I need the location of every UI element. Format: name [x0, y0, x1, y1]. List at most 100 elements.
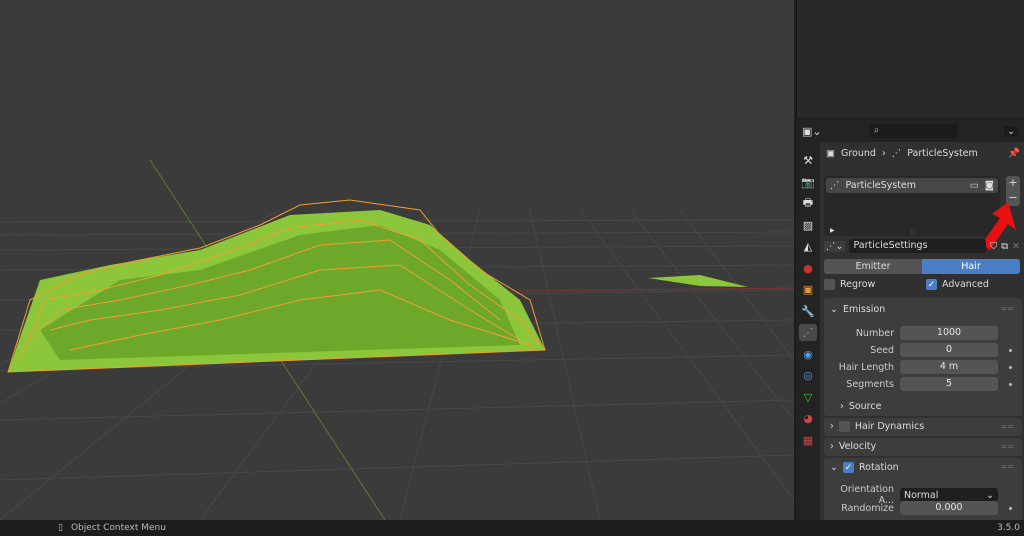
breadcrumb-object: Ground — [840, 148, 876, 159]
emission-header[interactable]: ⌄ Emission — [830, 304, 885, 315]
pin-icon[interactable]: 📌 — [1008, 148, 1020, 159]
physics-tab-icon[interactable]: ◉ — [799, 346, 817, 363]
data-tab-icon[interactable]: ▽ — [799, 389, 817, 406]
seed-row: Seed 0 — [824, 343, 998, 357]
status-bar: ▯ Object Context Menu 3.5.0 — [0, 520, 1024, 536]
checkbox-checked[interactable]: ✓ — [926, 279, 937, 290]
list-item[interactable]: ⋰ ParticleSystem ▭ ◙ — [826, 178, 998, 193]
search-icon: ⌕ — [873, 125, 880, 136]
keyframe-dot[interactable] — [1009, 383, 1012, 386]
source-subpanel-header[interactable]: › Source — [840, 401, 881, 412]
unlink-icon[interactable]: ✕ — [1012, 241, 1020, 252]
panel-title: Velocity — [838, 441, 877, 452]
camera-icon[interactable]: ◙ — [985, 180, 994, 191]
rotation-header[interactable]: ⌄ ✓ Rotation — [830, 462, 899, 473]
breadcrumb: ▣ Ground › ⋰ ParticleSystem — [826, 148, 978, 159]
randomize-row: Randomize 0.000 — [824, 501, 998, 515]
monitor-icon[interactable]: ▭ — [970, 180, 979, 191]
add-slot-button[interactable]: + — [1006, 176, 1020, 191]
keyframe-dot[interactable] — [1009, 507, 1012, 510]
subpanel-title: Source — [848, 401, 882, 412]
particles-icon: ⋰ — [830, 180, 840, 191]
expand-icon[interactable]: ▶ — [830, 227, 835, 234]
properties-tabs: ⚒ 📷 🖶 ▨ ◭ ● ▣ 🔧 ⋰ ◉ ◎ ▽ ◕ ▦ — [796, 142, 820, 520]
constraints-tab-icon[interactable]: ◎ — [799, 367, 817, 384]
segments-label: Segments — [846, 378, 894, 390]
outliner[interactable] — [796, 0, 1024, 118]
properties-header: ▣⌄ ⌕ ⌄ — [796, 120, 1024, 142]
chevron-down-icon: ⌄ — [830, 304, 838, 315]
particle-settings-icon[interactable]: ⋰⌄ — [824, 240, 846, 252]
resize-grip[interactable]: ::: — [910, 228, 917, 236]
editor-type-icon[interactable]: ▣⌄ — [802, 125, 822, 138]
regrow-label: Regrow — [840, 279, 876, 290]
object-tab-icon[interactable]: ▣ — [799, 281, 817, 298]
texture-tab-icon[interactable]: ▦ — [799, 432, 817, 449]
output-tab-icon[interactable]: 🖶 — [799, 195, 817, 212]
version-label: 3.5.0 — [997, 523, 1020, 533]
mesh-object-icon: ▣ — [826, 148, 835, 159]
advanced-label: Advanced — [942, 279, 989, 290]
tool-tab-icon[interactable]: ⚒ — [799, 152, 817, 169]
segments-field[interactable]: 5 — [900, 377, 998, 391]
properties-editor: ▣⌄ ⌕ ⌄ ⚒ 📷 🖶 ▨ ◭ ● ▣ 🔧 ⋰ ◉ ◎ ▽ ◕ ▦ ▣ Gro… — [796, 120, 1024, 522]
mouse-icon: ▯ — [58, 523, 63, 533]
orientation-value: Normal — [904, 489, 939, 501]
fake-user-icon[interactable]: ⛉ — [990, 241, 997, 252]
advanced-checkbox[interactable]: ✓ Advanced — [926, 279, 989, 290]
segments-row: Segments 5 — [824, 377, 998, 391]
particles-icon: ⋰ — [891, 148, 902, 159]
drag-grip[interactable]: == — [1001, 422, 1014, 431]
render-tab-icon[interactable]: 📷 — [799, 174, 817, 191]
chevron-right-icon: › — [830, 421, 834, 432]
panel-title: Hair Dynamics — [854, 421, 925, 432]
settings-name-field[interactable]: ParticleSettings — [849, 239, 987, 253]
chevron-down-icon: ⌄ — [986, 489, 994, 501]
particle-settings-selector[interactable]: ⋰⌄ ParticleSettings ⛉ ⧉ ✕ — [824, 238, 1020, 254]
drag-grip[interactable]: == — [1001, 462, 1014, 471]
search-input[interactable]: ⌕ — [869, 124, 958, 138]
breadcrumb-item: ParticleSystem — [907, 148, 978, 159]
modifier-tab-icon[interactable]: 🔧 — [799, 303, 817, 320]
duplicate-icon[interactable]: ⧉ — [1001, 241, 1008, 252]
tab-emitter[interactable]: Emitter — [824, 259, 922, 274]
tab-hair[interactable]: Hair — [922, 259, 1020, 274]
orientation-dropdown[interactable]: Normal ⌄ — [900, 488, 998, 502]
drag-grip[interactable]: == — [1001, 304, 1014, 313]
type-tabs: Emitter Hair — [824, 259, 1020, 274]
number-field[interactable]: 1000 — [900, 326, 998, 340]
context-menu-hint: Object Context Menu — [70, 523, 166, 533]
hair-length-label: Hair Length — [838, 361, 894, 373]
keyframe-dot[interactable] — [1009, 349, 1012, 352]
particle-system-list[interactable]: ⋰ ParticleSystem ▭ ◙ ▶ ::: — [824, 176, 1000, 236]
drag-grip[interactable]: == — [1001, 442, 1014, 451]
number-row: Number 1000 — [824, 326, 998, 340]
viewport-scene — [0, 159, 794, 520]
chevron-down-icon: ⌄ — [830, 462, 838, 473]
3d-viewport[interactable] — [0, 0, 794, 520]
keyframe-dot[interactable] — [1009, 366, 1012, 369]
panel-title: Rotation — [858, 462, 899, 473]
particles-tab-icon[interactable]: ⋰ — [799, 324, 817, 341]
velocity-panel[interactable]: › Velocity == — [824, 438, 1022, 456]
hair-dynamics-header[interactable]: › Hair Dynamics — [830, 421, 924, 432]
checkbox[interactable] — [838, 421, 850, 432]
options-dropdown-icon[interactable]: ⌄ — [1004, 125, 1018, 137]
regrow-checkbox[interactable]: Regrow — [824, 279, 875, 290]
view-layer-tab-icon[interactable]: ▨ — [799, 217, 817, 234]
checkbox-checked[interactable]: ✓ — [842, 462, 854, 473]
hair-dynamics-panel[interactable]: › Hair Dynamics == — [824, 418, 1022, 436]
hair-length-row: Hair Length 4 m — [824, 360, 998, 374]
randomize-field[interactable]: 0.000 — [900, 501, 998, 515]
chevron-right-icon: › — [830, 441, 834, 452]
chevron-right-icon: › — [840, 401, 844, 412]
rotation-panel: ⌄ ✓ Rotation == Orientation A... Normal ⌄ Ra… — [824, 458, 1022, 522]
scene-tab-icon[interactable]: ◭ — [799, 238, 817, 255]
seed-field[interactable]: 0 — [900, 343, 998, 357]
hair-length-field[interactable]: 4 m — [900, 360, 998, 374]
material-tab-icon[interactable]: ◕ — [799, 410, 817, 427]
checkbox[interactable] — [824, 279, 835, 290]
velocity-header[interactable]: › Velocity — [830, 441, 876, 452]
world-tab-icon[interactable]: ● — [799, 260, 817, 277]
randomize-label: Randomize — [841, 502, 894, 514]
